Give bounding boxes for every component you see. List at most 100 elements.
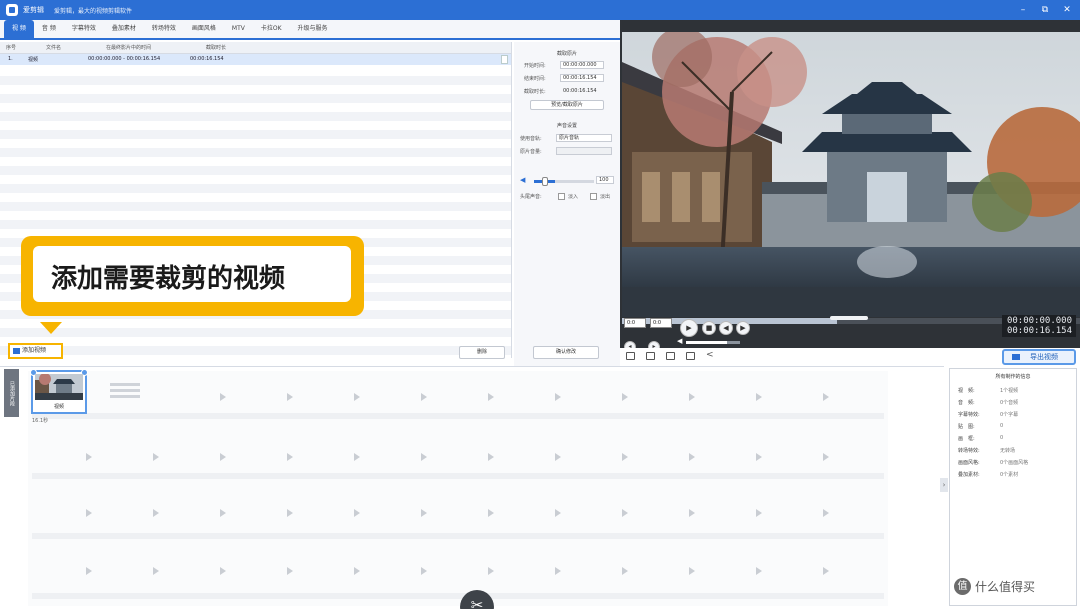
clip-thumbnail-svg: [35, 374, 83, 400]
empty-slot-arrow-icon[interactable]: [421, 453, 427, 461]
column-header-time[interactable]: 在最终影片中的时间: [106, 44, 151, 51]
empty-slot-arrow-icon[interactable]: [421, 567, 427, 575]
empty-slot-arrow-icon[interactable]: [153, 453, 159, 461]
summary-value: 无转场: [1000, 448, 1016, 454]
empty-slot-arrow-icon[interactable]: [488, 393, 494, 401]
empty-slot-arrow-icon[interactable]: [153, 509, 159, 517]
tab-mtv[interactable]: MTV: [224, 20, 253, 38]
empty-slot-arrow-icon[interactable]: [823, 453, 829, 461]
stop-button[interactable]: ■: [702, 321, 716, 335]
empty-slot-arrow-icon[interactable]: [622, 567, 628, 575]
preview-volume-slider[interactable]: [686, 341, 740, 344]
tab-karaoke[interactable]: 卡拉OK: [253, 20, 290, 38]
time-input-start[interactable]: 0:0: [624, 318, 646, 328]
empty-slot-arrow-icon[interactable]: [689, 567, 695, 575]
empty-slot-arrow-icon[interactable]: [488, 453, 494, 461]
track-select[interactable]: 原片音轨: [556, 134, 612, 142]
list-scroll-handle[interactable]: [501, 55, 508, 64]
export-video-button[interactable]: 导出视频: [1002, 349, 1076, 365]
close-icon[interactable]: ✕: [1060, 3, 1074, 17]
empty-slot-arrow-icon[interactable]: [555, 509, 561, 517]
empty-slot-arrow-icon[interactable]: [153, 567, 159, 575]
add-video-button[interactable]: 添加视频: [8, 343, 63, 359]
empty-slot-arrow-icon[interactable]: [622, 393, 628, 401]
empty-slot-arrow-icon[interactable]: [287, 453, 293, 461]
empty-slot-arrow-icon[interactable]: [756, 509, 762, 517]
tab-upgrade[interactable]: 升级与服务: [290, 20, 336, 38]
empty-slot-arrow-icon[interactable]: [287, 393, 293, 401]
volume-value[interactable]: 100: [596, 176, 614, 184]
empty-slot-arrow-icon[interactable]: [354, 509, 360, 517]
empty-slot-arrow-icon[interactable]: [823, 567, 829, 575]
progress-marker[interactable]: [830, 316, 868, 320]
folder-icon[interactable]: [646, 352, 655, 360]
app-subtitle: 爱剪辑，最大的视频剪辑软件: [54, 7, 133, 15]
empty-slot-arrow-icon[interactable]: [756, 453, 762, 461]
empty-slot-arrow-icon[interactable]: [354, 567, 360, 575]
tab-video[interactable]: 视 频: [4, 20, 34, 38]
empty-slot-arrow-icon[interactable]: [287, 567, 293, 575]
empty-slot-arrow-icon[interactable]: [823, 393, 829, 401]
empty-slot-arrow-icon[interactable]: [421, 509, 427, 517]
tab-overlay[interactable]: 叠加素材: [104, 20, 144, 38]
play-button[interactable]: ▶: [680, 319, 698, 337]
empty-slot-arrow-icon[interactable]: [287, 509, 293, 517]
empty-slot-arrow-icon[interactable]: [689, 509, 695, 517]
empty-slot-arrow-icon[interactable]: [86, 567, 92, 575]
preview-clip-button[interactable]: 预览/截取原片: [530, 100, 604, 110]
empty-slot-arrow-icon[interactable]: [354, 453, 360, 461]
empty-slot-arrow-icon[interactable]: [555, 453, 561, 461]
next-frame-button[interactable]: ▶: [736, 321, 750, 335]
column-header-index[interactable]: 序号: [6, 44, 16, 51]
empty-slot-arrow-icon[interactable]: [622, 453, 628, 461]
end-time-input[interactable]: 00:00:16.154: [560, 74, 604, 82]
fade-in-checkbox[interactable]: [558, 193, 565, 200]
summary-value: 0个字幕: [1000, 412, 1019, 418]
tab-style[interactable]: 画面风格: [184, 20, 224, 38]
empty-slot-arrow-icon[interactable]: [823, 509, 829, 517]
empty-slot-arrow-icon[interactable]: [488, 567, 494, 575]
empty-slot-arrow-icon[interactable]: [220, 567, 226, 575]
monitor-icon[interactable]: [686, 352, 695, 360]
length-label: 截取时长:: [524, 89, 546, 95]
confirm-edit-button[interactable]: 确认修改: [533, 346, 599, 359]
restore-icon[interactable]: ⧉: [1038, 3, 1052, 17]
empty-slot-arrow-icon[interactable]: [689, 453, 695, 461]
column-header-duration[interactable]: 截取时长: [206, 44, 226, 51]
empty-slot-arrow-icon[interactable]: [354, 393, 360, 401]
column-header-name[interactable]: 文件名: [46, 44, 61, 51]
row-index: 1.: [8, 56, 13, 62]
fade-out-checkbox[interactable]: [590, 193, 597, 200]
delete-button[interactable]: 删除: [459, 346, 505, 359]
tab-transitions[interactable]: 转场特效: [144, 20, 184, 38]
empty-slot-arrow-icon[interactable]: [86, 453, 92, 461]
empty-slot-arrow-icon[interactable]: [555, 393, 561, 401]
timeline-sidebar-tab[interactable]: 已添加片段: [4, 369, 19, 417]
total-time: 00:00:16.154: [1006, 326, 1072, 336]
start-time-input[interactable]: 00:00:00.000: [560, 61, 604, 69]
save-icon[interactable]: [666, 352, 675, 360]
tab-subtitle-effects[interactable]: 字幕特效: [64, 20, 104, 38]
empty-slot-arrow-icon[interactable]: [86, 509, 92, 517]
share-icon[interactable]: <: [706, 350, 714, 360]
time-input-end[interactable]: 0:0: [650, 318, 672, 328]
empty-slot-arrow-icon[interactable]: [220, 509, 226, 517]
prev-frame-button[interactable]: ◀: [719, 321, 733, 335]
minimize-icon[interactable]: –: [1016, 3, 1030, 17]
empty-slot-arrow-icon[interactable]: [756, 393, 762, 401]
tab-audio[interactable]: 音 频: [34, 20, 64, 38]
empty-slot-arrow-icon[interactable]: [421, 393, 427, 401]
table-row[interactable]: 1. 视频 00:00:00.000 - 00:00:16.154 00:00:…: [0, 54, 511, 65]
empty-slot-arrow-icon[interactable]: [756, 567, 762, 575]
empty-slot-arrow-icon[interactable]: [220, 453, 226, 461]
volume-field[interactable]: [556, 147, 612, 155]
empty-slot-arrow-icon[interactable]: [488, 509, 494, 517]
empty-slot-arrow-icon[interactable]: [220, 393, 226, 401]
empty-slot-arrow-icon[interactable]: [555, 567, 561, 575]
screenshot-icon[interactable]: [626, 352, 635, 360]
collapse-panel-icon[interactable]: ›: [940, 478, 948, 492]
empty-slot-arrow-icon[interactable]: [689, 393, 695, 401]
video-clip-thumbnail[interactable]: 视频: [30, 369, 88, 414]
volume-slider-knob[interactable]: [542, 177, 548, 186]
empty-slot-arrow-icon[interactable]: [622, 509, 628, 517]
